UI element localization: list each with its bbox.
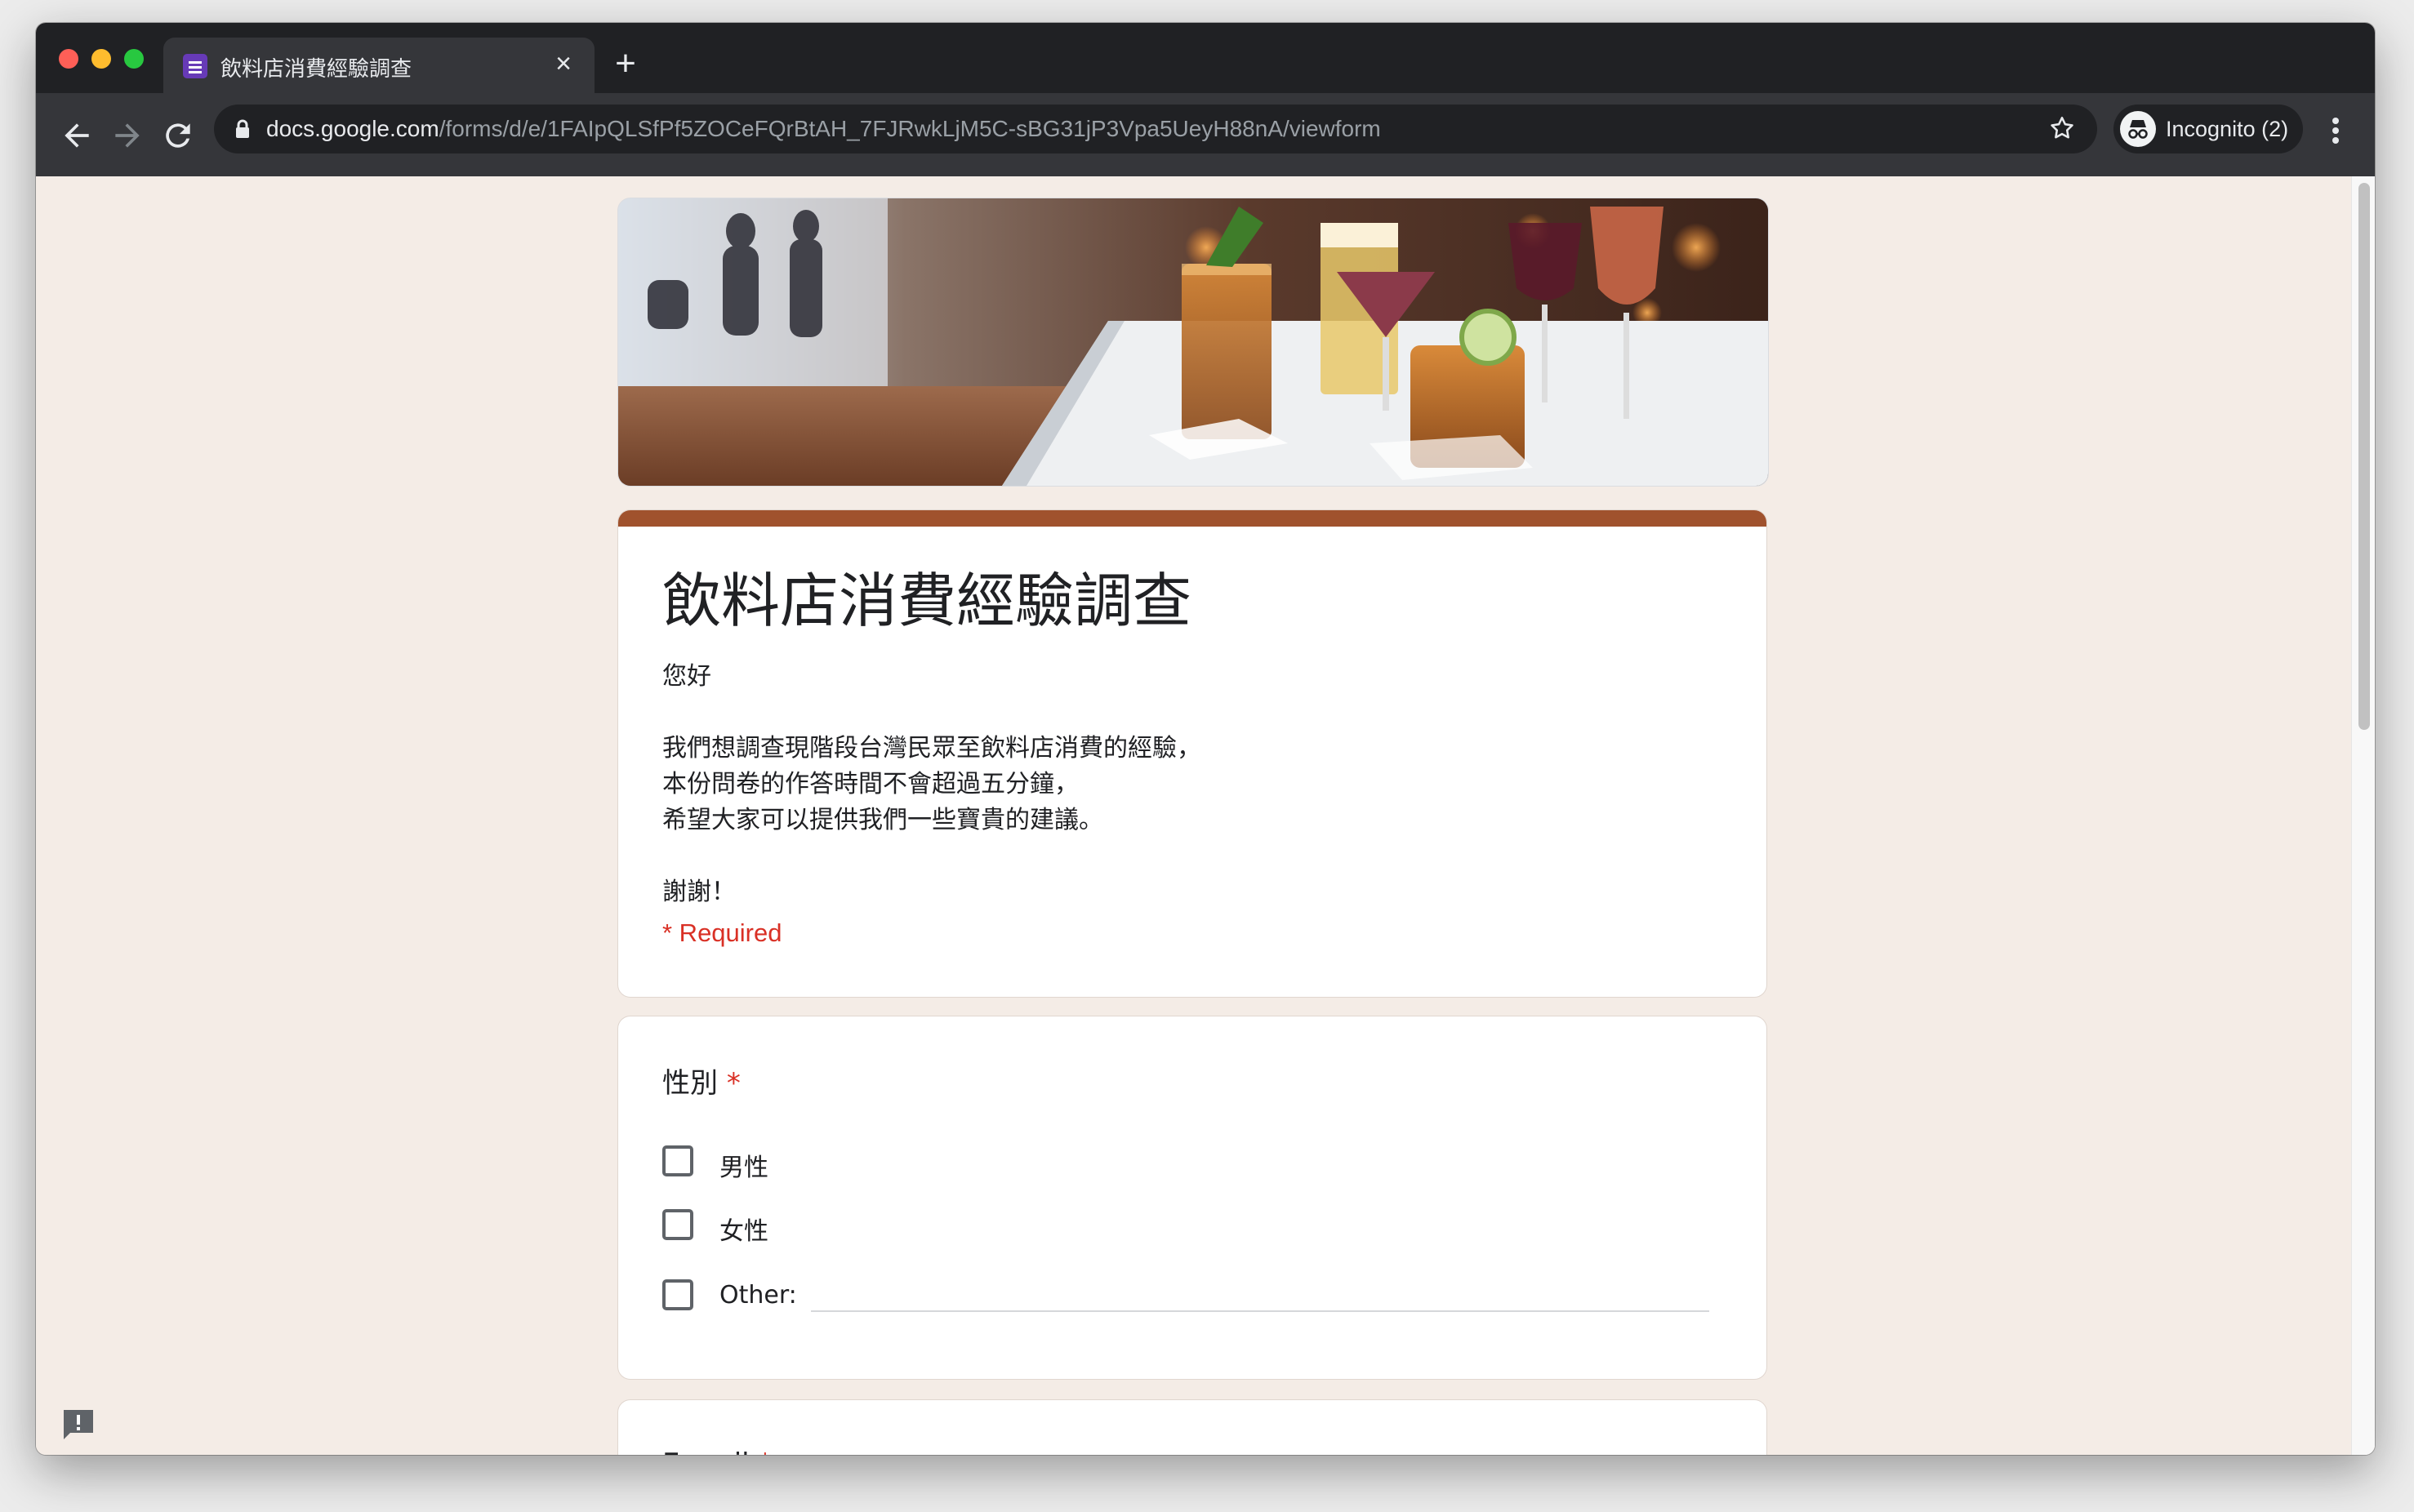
url-text[interactable]: docs.google.com/forms/d/e/1FAIpQLSfPf5ZO…	[266, 116, 1381, 142]
lock-icon[interactable]	[235, 119, 250, 139]
checkbox[interactable]	[662, 1145, 693, 1176]
bookmark-star-icon[interactable]	[2048, 114, 2076, 142]
minimize-window-button[interactable]	[91, 49, 111, 69]
maximize-window-button[interactable]	[124, 49, 144, 69]
browser-tab[interactable]: 飲料店消費經驗調查 ×	[163, 38, 595, 93]
description-line: 希望大家可以提供我們一些寶貴的建議。	[662, 806, 1103, 834]
description-line: 本份問卷的作答時間不會超過五分鐘，	[662, 770, 1079, 798]
description-line: 我們想調查現階段台灣民眾至飲料店消費的經驗，	[662, 734, 1201, 763]
option-other[interactable]: Other:	[662, 1279, 1724, 1315]
description-line: 謝謝！	[662, 878, 736, 906]
page-viewport[interactable]: 飲料店消費經驗調查 您好 我們想調查現階段台灣民眾至飲料店消費的經驗， 本份問卷…	[36, 176, 2375, 1455]
required-asterisk: *	[726, 1067, 741, 1100]
plus-icon[interactable]: +	[608, 46, 644, 83]
browser-toolbar: docs.google.com/forms/d/e/1FAIpQLSfPf5ZO…	[36, 93, 2375, 176]
checkbox[interactable]	[662, 1279, 693, 1310]
feedback-icon[interactable]	[59, 1405, 98, 1444]
reload-icon[interactable]	[160, 118, 196, 153]
incognito-button[interactable]: Incognito (2)	[2113, 105, 2303, 153]
required-note: * Required	[662, 918, 782, 947]
scrollbar[interactable]	[2351, 176, 2375, 1455]
browser-window: 飲料店消費經驗調查 × + docs.google.com/forms/d/e/…	[36, 23, 2375, 1455]
more-menu-icon[interactable]	[2327, 114, 2344, 155]
required-asterisk: *	[758, 1448, 772, 1455]
option-label: Other:	[719, 1281, 797, 1310]
tab-title: 飲料店消費經驗調查	[220, 57, 412, 82]
question-card-gender: 性別 * 男性 女性 Other:	[617, 1016, 1767, 1380]
tab-strip: 飲料店消費經驗調查 × +	[36, 23, 2375, 93]
other-text-input[interactable]	[811, 1310, 1709, 1312]
close-icon[interactable]: ×	[549, 49, 578, 78]
option-label: 女性	[719, 1217, 768, 1246]
checkbox[interactable]	[662, 1209, 693, 1240]
forward-arrow-icon[interactable]	[109, 118, 145, 153]
option-label: 男性	[719, 1154, 768, 1182]
url-host: docs.google.com	[266, 116, 439, 141]
scrollbar-thumb[interactable]	[2358, 183, 2370, 730]
form-title: 飲料店消費經驗調查	[662, 567, 1192, 635]
incognito-label: Incognito (2)	[2166, 117, 2289, 141]
form-title-card: 飲料店消費經驗調查 您好 我們想調查現階段台灣民眾至飲料店消費的經驗， 本份問卷…	[617, 509, 1767, 998]
question-title: E-mail *	[662, 1448, 772, 1455]
form-accent-bar	[618, 510, 1766, 527]
url-path: /forms/d/e/1FAIpQLSfPf5ZOCeFQrBtAH_7FJRw…	[439, 116, 1381, 141]
forms-favicon-icon	[183, 54, 207, 78]
incognito-icon	[2120, 111, 2156, 147]
close-window-button[interactable]	[59, 49, 78, 69]
question-title-text: 性別	[662, 1067, 718, 1100]
back-arrow-icon[interactable]	[59, 118, 95, 153]
address-bar[interactable]: docs.google.com/forms/d/e/1FAIpQLSfPf5ZO…	[214, 105, 2097, 153]
question-card-email: E-mail *	[617, 1399, 1767, 1455]
description-line: 您好	[662, 662, 711, 691]
question-title-text: E-mail	[662, 1448, 750, 1455]
form-header-image	[617, 198, 1769, 487]
question-title: 性別 *	[662, 1061, 741, 1101]
